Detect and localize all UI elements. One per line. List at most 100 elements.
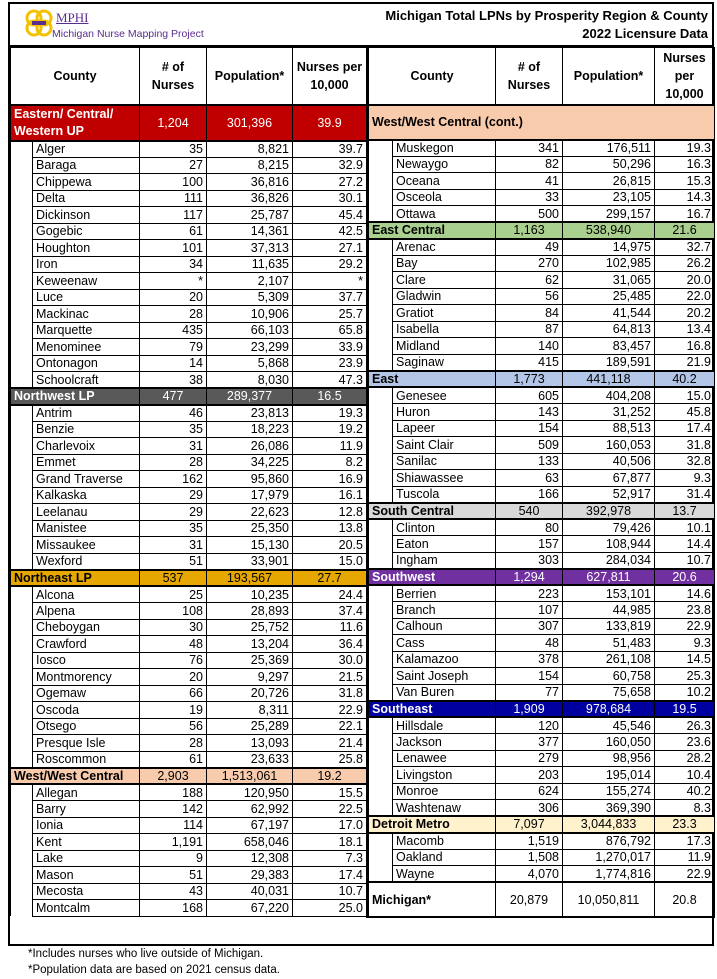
footnote: *Population data are based on 2021 censu… [28,964,280,976]
county-name: Oscoda [32,701,140,719]
county-row: Monroe 624 155,274 40.2 [369,782,715,800]
nurses-per-10k: 15.0 [654,386,715,404]
nurse-count: 157 [495,535,563,553]
population: 658,046 [206,833,293,851]
county-name: Montcalm [32,899,140,917]
county-name: Genesee [392,386,496,404]
population: 1,270,017 [562,848,655,866]
region-per-10k: 20.6 [654,567,715,586]
population: 261,108 [562,650,655,668]
county-row: Luce 20 5,309 37.7 [11,288,367,306]
county-row: Clare 62 31,065 20.0 [369,271,715,289]
population: 23,105 [562,188,655,206]
nurse-count: 79 [139,338,207,356]
county-row: Eaton 157 108,944 14.4 [369,535,715,553]
nurse-count: 66 [139,684,207,702]
nurses-per-10k: 32.7 [654,238,715,256]
nurses-per-10k: 27.1 [292,239,367,257]
population: 369,390 [562,799,655,817]
nurses-per-10k: 14.3 [654,188,715,206]
county-row: Charlevoix 31 26,086 11.9 [11,437,367,455]
county-name: Gogebic [32,222,140,240]
population: 120,950 [206,783,293,801]
region-per-10k: 40.2 [654,369,715,388]
nurse-count: 35 [139,519,207,537]
indent-cell [368,585,393,701]
nurses-per-10k: 12.8 [292,503,367,521]
county-name: Eaton [392,535,496,553]
county-row: Calhoun 307 133,819 22.9 [369,617,715,635]
nurse-count: 56 [139,717,207,735]
county-name: Gratiot [392,304,496,322]
nurse-count: 500 [495,205,563,223]
nurse-count: 101 [139,239,207,257]
nurses-per-10k: 31.8 [292,684,367,702]
region-name: West/West Central [10,766,140,785]
county-name: Oceana [392,172,496,190]
region-name: East Central [368,221,496,240]
county-row: Chippewa 100 36,816 27.2 [11,173,367,191]
county-name: Clinton [392,518,496,536]
population: 876,792 [562,832,655,850]
population: 79,426 [562,518,655,536]
nurses-per-10k: 10.7 [292,882,367,900]
col-header-population: Population* [562,47,655,105]
county-row: Sanilac 133 40,506 32.8 [369,452,715,470]
nurse-count: 341 [495,139,563,157]
col-header-nurses: # of Nurses [495,47,563,105]
nurses-per-10k: 28.2 [654,749,715,767]
nurse-count: 605 [495,386,563,404]
county-name: Gladwin [392,287,496,305]
county-row: Oceana 41 26,815 15.3 [369,172,715,190]
county-name: Benzie [32,420,140,438]
county-row: Wexford 51 33,901 15.0 [11,552,367,570]
county-name: Keweenaw [32,272,140,290]
nurse-count: 4,070 [495,865,563,883]
nurses-per-10k: 16.3 [654,155,715,173]
county-row: Genesee 605 404,208 15.0 [368,386,715,503]
nurses-per-10k: 37.7 [292,288,367,306]
county-row: Huron 143 31,252 45.8 [369,403,715,421]
nurse-count: 377 [495,733,563,751]
nurses-per-10k: 20.5 [292,536,367,554]
nurses-per-10k: 13.8 [292,519,367,537]
nurses-per-10k: 32.9 [292,156,367,174]
nurse-count: 120 [495,716,563,734]
col-header-nurses: # of Nurses [139,47,207,105]
county-row: Ogemaw 66 20,726 31.8 [11,684,367,702]
county-row: Alger 35 8,821 39.7 [10,140,367,388]
region-row: South Central 540 392,978 13.7 [368,501,715,520]
nurses-per-10k: 20.0 [654,271,715,289]
nurses-per-10k: 17.4 [292,866,367,884]
nurse-count: 35 [139,140,207,158]
population: 40,506 [562,452,655,470]
county-name: Mecosta [32,882,140,900]
county-name: Houghton [32,239,140,257]
population: 5,868 [206,354,293,372]
page-title: Michigan Total LPNs by Prosperity Region… [385,8,708,23]
region-population: 441,118 [562,369,655,388]
population: 404,208 [562,386,655,404]
county-name: Kalkaska [32,486,140,504]
region-per-10k: 19.2 [292,766,367,785]
nurse-count: 35 [139,420,207,438]
nurse-count: 117 [139,206,207,224]
nurses-per-10k: 31.4 [654,485,715,503]
county-name: Saint Joseph [392,667,496,685]
county-row: Hillsdale 120 45,546 26.3 [368,716,715,816]
nurse-count: 270 [495,254,563,272]
nurse-count: 38 [139,371,207,389]
population: 195,014 [562,766,655,784]
county-row: Houghton 101 37,313 27.1 [11,239,367,257]
county-row: Arenac 49 14,975 32.7 [368,238,715,371]
region-population: 193,567 [206,568,293,587]
population: 2,107 [206,272,293,290]
population: 153,101 [562,584,655,602]
indent-cell [10,586,33,768]
county-name: Iron [32,255,140,273]
county-row: Ottawa 500 299,157 16.7 [369,205,715,223]
nurse-count: 33 [495,188,563,206]
county-name: Alger [32,140,140,158]
region-row: Northwest LP 477 289,377 16.5 [10,387,367,406]
population: 5,309 [206,288,293,306]
